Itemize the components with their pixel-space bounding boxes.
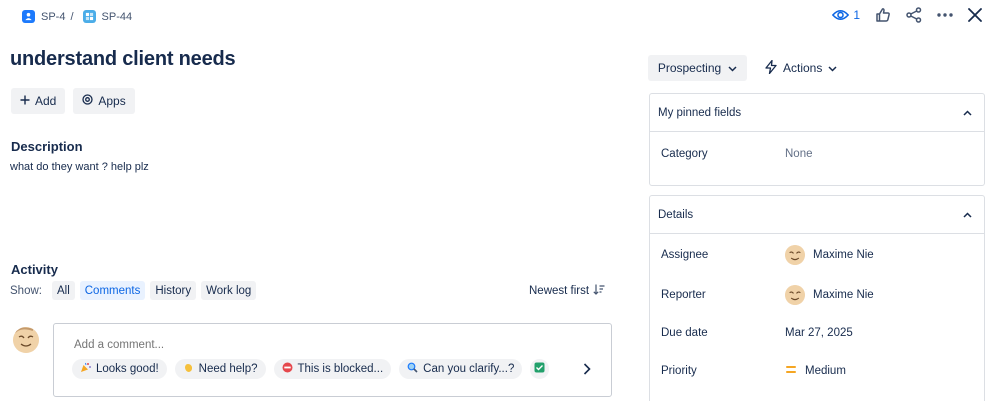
priority-label: Priority xyxy=(661,365,697,377)
filter-history[interactable]: History xyxy=(150,281,197,300)
reporter-value[interactable]: Maxime Nie xyxy=(785,285,874,305)
activity-filter-bar: Show: All Comments History Work log xyxy=(10,281,257,300)
show-label: Show: xyxy=(10,284,42,297)
category-value[interactable]: None xyxy=(785,148,813,160)
thumbs-up-icon xyxy=(875,7,891,23)
reporter-label: Reporter xyxy=(661,289,706,301)
issue-action-buttons: Add Apps xyxy=(11,88,135,114)
due-date-value[interactable]: Mar 27, 2025 xyxy=(785,327,853,339)
details-panel: Details Assignee Maxime Nie Reporter Max… xyxy=(649,195,985,401)
field-row-due-date: Due date Mar 27, 2025 xyxy=(650,314,984,352)
lightning-icon xyxy=(765,59,777,77)
field-row-assignee: Assignee Maxime Nie xyxy=(650,234,984,276)
apps-button-label: Apps xyxy=(98,94,126,108)
field-row-priority: Priority Medium xyxy=(650,352,984,390)
due-date-label: Due date xyxy=(661,327,708,339)
chevron-up-icon xyxy=(963,107,972,119)
avatar xyxy=(785,245,805,265)
assignee-name: Maxime Nie xyxy=(813,249,874,261)
details-heading: Details xyxy=(658,208,694,221)
quick-reply-label: Looks good! xyxy=(96,363,159,375)
breadcrumb: SP-4 / SP-44 xyxy=(22,10,132,23)
close-icon xyxy=(968,8,982,22)
apps-icon xyxy=(82,94,94,108)
activity-heading: Activity xyxy=(11,262,58,277)
no-entry-icon xyxy=(282,362,293,376)
description-text[interactable]: what do they want ? help plz xyxy=(10,161,149,173)
plus-icon xyxy=(20,94,30,108)
priority-medium-icon xyxy=(785,365,797,377)
apps-button[interactable]: Apps xyxy=(73,88,135,114)
avatar xyxy=(785,285,805,305)
eye-icon xyxy=(832,8,850,22)
details-header[interactable]: Details xyxy=(650,196,984,234)
actions-dropdown[interactable]: Actions xyxy=(765,55,837,81)
watch-count: 1 xyxy=(853,8,860,22)
comment-editor[interactable]: Looks good! Need help? This is blocked..… xyxy=(53,323,612,397)
breadcrumb-parent-label: SP-4 xyxy=(41,10,66,23)
quick-reply-label: This is blocked... xyxy=(297,363,384,375)
sort-descending-icon xyxy=(593,284,605,298)
party-popper-icon xyxy=(80,362,91,376)
chevron-up-icon xyxy=(963,209,972,221)
status-dropdown[interactable]: Prospecting xyxy=(648,55,747,81)
quick-reply-label: Need help? xyxy=(198,363,258,375)
check-mark-icon xyxy=(534,362,545,376)
chevron-down-icon xyxy=(828,61,837,75)
field-row-reporter: Reporter Maxime Nie xyxy=(650,276,984,314)
breadcrumb-parent[interactable]: SP-4 xyxy=(22,10,65,23)
filter-all[interactable]: All xyxy=(51,281,75,300)
sort-toggle[interactable]: Newest first xyxy=(529,284,605,298)
pinned-fields-heading: My pinned fields xyxy=(658,106,742,119)
assignee-label: Assignee xyxy=(661,249,709,261)
add-button-label: Add xyxy=(35,94,57,108)
more-actions-button[interactable] xyxy=(937,13,953,17)
close-button[interactable] xyxy=(968,8,982,22)
field-row-category: Category None xyxy=(650,132,984,176)
chevron-right-icon[interactable] xyxy=(583,362,591,380)
pinned-fields-panel: My pinned fields Category None xyxy=(649,93,985,186)
filter-comments[interactable]: Comments xyxy=(79,281,146,300)
breadcrumb-current[interactable]: SP-44 xyxy=(82,10,133,23)
quick-reply-label: Can you clarify...? xyxy=(423,363,515,375)
description-heading: Description xyxy=(11,139,83,154)
issue-toolbar: 1 xyxy=(832,7,982,23)
category-label: Category xyxy=(661,148,708,160)
assignee-value[interactable]: Maxime Nie xyxy=(785,245,874,265)
actions-label: Actions xyxy=(783,61,823,75)
add-button[interactable]: Add xyxy=(11,88,66,114)
quick-reply-more[interactable] xyxy=(530,359,550,379)
quick-reply-clarify[interactable]: Can you clarify...? xyxy=(399,359,523,379)
breadcrumb-separator: / xyxy=(70,10,74,23)
pinned-fields-header[interactable]: My pinned fields xyxy=(650,94,984,132)
quick-reply-blocked[interactable]: This is blocked... xyxy=(273,359,392,379)
reporter-name: Maxime Nie xyxy=(813,289,874,301)
quick-reply-need-help[interactable]: Need help? xyxy=(174,359,266,379)
task-icon xyxy=(82,10,96,23)
chevron-down-icon xyxy=(728,61,737,75)
quick-reply-row: Looks good! Need help? This is blocked..… xyxy=(72,359,550,379)
subtask-icon xyxy=(22,10,35,23)
comment-input[interactable] xyxy=(74,339,474,351)
breadcrumb-current-label: SP-44 xyxy=(101,10,133,23)
magnifier-icon xyxy=(407,362,418,376)
current-user-avatar xyxy=(13,327,39,353)
filter-work-log[interactable]: Work log xyxy=(201,281,257,300)
sort-label: Newest first xyxy=(529,285,590,297)
share-icon xyxy=(906,7,922,23)
watch-button[interactable]: 1 xyxy=(832,8,860,22)
waving-hand-icon xyxy=(183,362,194,376)
priority-text: Medium xyxy=(805,365,846,377)
more-icon xyxy=(937,13,953,17)
share-button[interactable] xyxy=(906,7,922,23)
issue-title[interactable]: understand client needs xyxy=(10,48,236,71)
vote-button[interactable] xyxy=(875,7,891,23)
status-label: Prospecting xyxy=(657,61,722,75)
priority-value[interactable]: Medium xyxy=(785,365,846,377)
quick-reply-looks-good[interactable]: Looks good! xyxy=(72,359,167,379)
